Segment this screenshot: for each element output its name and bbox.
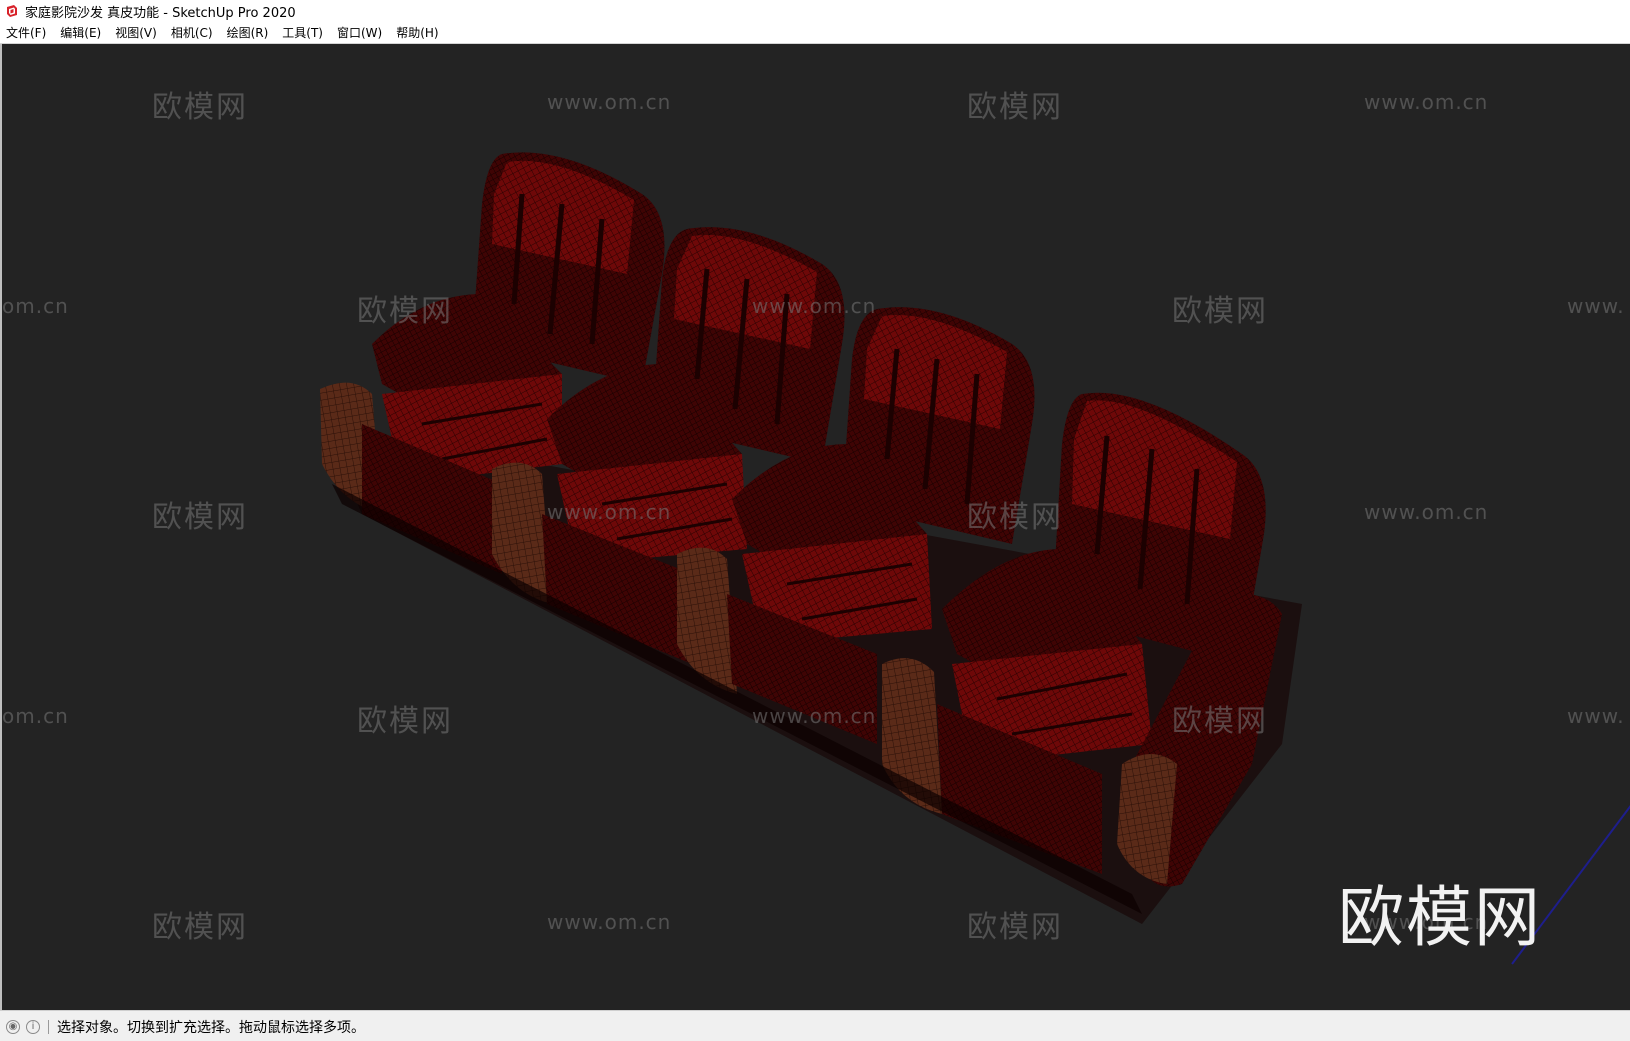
- menu-window[interactable]: 窗口(W): [330, 23, 389, 43]
- status-message: 选择对象。切换到扩充选择。拖动鼠标选择多项。: [57, 1019, 365, 1036]
- status-separator: [48, 1019, 49, 1034]
- menu-tools[interactable]: 工具(T): [275, 23, 330, 43]
- info-icon[interactable]: i: [26, 1019, 40, 1034]
- sketchup-app-icon: [7, 5, 17, 17]
- menu-edit[interactable]: 编辑(E): [53, 23, 108, 43]
- menu-bar: 文件(F) 编辑(E) 视图(V) 相机(C) 绘图(R) 工具(T) 窗口(W…: [0, 22, 1630, 44]
- menu-draw[interactable]: 绘图(R): [220, 23, 276, 43]
- title-bar: 家庭影院沙发 真皮功能 - SketchUp Pro 2020: [0, 0, 1630, 22]
- menu-help[interactable]: 帮助(H): [389, 23, 445, 43]
- menu-view[interactable]: 视图(V): [108, 23, 164, 43]
- geo-location-icon[interactable]: ◉: [6, 1019, 20, 1034]
- menu-camera[interactable]: 相机(C): [164, 23, 220, 43]
- sketchup-window: 家庭影院沙发 真皮功能 - SketchUp Pro 2020 文件(F) 编辑…: [0, 0, 1630, 1041]
- big-watermark: 欧模网: [1338, 879, 1542, 956]
- status-bar: ◉ i 选择对象。切换到扩充选择。拖动鼠标选择多项。: [0, 1010, 1630, 1041]
- window-title: 家庭影院沙发 真皮功能 - SketchUp Pro 2020: [25, 5, 296, 21]
- menu-file[interactable]: 文件(F): [0, 23, 53, 43]
- model-viewport[interactable]: 欧模网 www.om.cn 欧模网 www.om.cn om.cn 欧模网 ww…: [0, 44, 1630, 1010]
